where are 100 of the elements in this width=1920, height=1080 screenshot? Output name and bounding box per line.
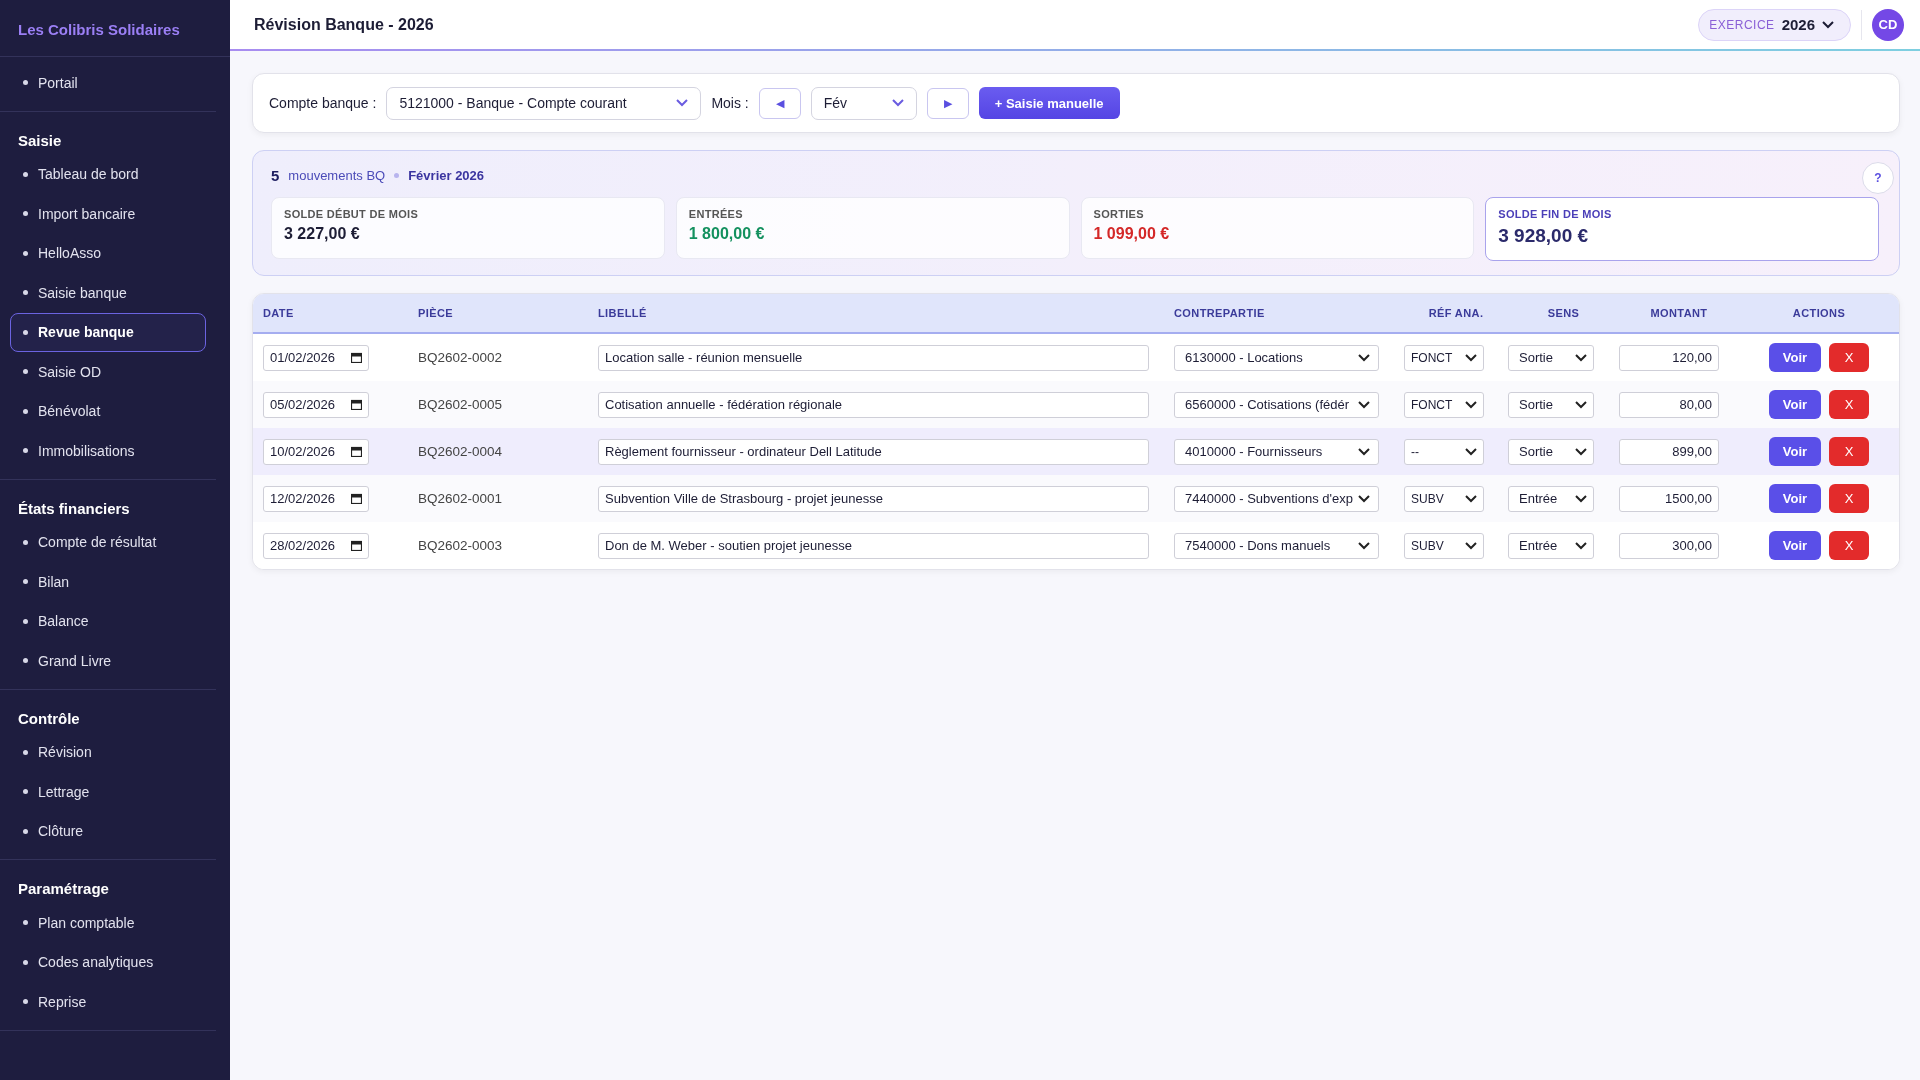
account-select[interactable]: 6130000 - Locations <box>1174 344 1379 371</box>
calendar-icon <box>351 540 362 551</box>
exercice-value: 2026 <box>1781 16 1815 33</box>
calendar-icon <box>351 446 362 457</box>
table-row[interactable]: 10/02/2026 BQ2602-0004 Règlement fournisseur - ordinateur Dell Latitude 4010000 - Fournisseurs -- Sortie 899,00 Voir X <box>253 428 1899 475</box>
nav-item[interactable]: Révision <box>10 732 206 772</box>
delete-button[interactable]: X <box>1829 484 1869 513</box>
view-button[interactable]: Voir <box>1769 390 1821 419</box>
amount-field[interactable]: 120,00 <box>1619 344 1719 371</box>
nav-item[interactable]: Plan comptable <box>10 903 206 943</box>
view-button[interactable]: Voir <box>1769 437 1821 466</box>
nav-item[interactable]: Saisie OD <box>10 352 206 392</box>
nav-item[interactable]: Codes analytiques <box>10 942 206 982</box>
nav-item[interactable]: Portail <box>10 63 206 103</box>
user-avatar[interactable]: CD <box>1872 8 1904 41</box>
analytic-select[interactable]: SUBV <box>1404 532 1484 559</box>
exercice-selector[interactable]: EXERCICE 2026 <box>1698 8 1851 41</box>
delete-button[interactable]: X <box>1829 437 1869 466</box>
next-month-button[interactable]: ▶ <box>926 87 969 119</box>
label-field[interactable]: Règlement fournisseur - ordinateur Dell Latitude <box>598 438 1149 465</box>
nav-item[interactable]: Grand Livre <box>10 641 206 681</box>
view-button[interactable]: Voir <box>1769 531 1821 560</box>
nav-item[interactable]: Revue banque <box>10 312 206 352</box>
table-row[interactable]: 01/02/2026 BQ2602-0002 Location salle - réunion mensuelle 6130000 - Locations FONCT Sortie 120,00 Voir X <box>253 334 1899 381</box>
nav-item[interactable]: Import bancaire <box>10 194 206 234</box>
analytic-select[interactable]: SUBV <box>1404 485 1484 512</box>
card-label: SOLDE DÉBUT DE MOIS <box>284 208 420 220</box>
direction-select[interactable]: Sortie <box>1508 344 1594 371</box>
date-field[interactable]: 28/02/2026 <box>263 532 369 559</box>
nav-item[interactable]: Immobilisations <box>10 431 206 471</box>
view-button[interactable]: Voir <box>1769 343 1821 372</box>
help-button[interactable]: ? <box>1862 162 1894 194</box>
section-title: Saisie <box>17 130 63 151</box>
calendar-icon <box>351 493 362 504</box>
month-select[interactable]: Fév <box>810 86 917 120</box>
label-field[interactable]: Subvention Ville de Strasbourg - projet jeunesse <box>598 485 1149 512</box>
chevron-down-icon <box>1358 353 1370 362</box>
delete-button[interactable]: X <box>1829 531 1869 560</box>
card-value: 1 800,00 € <box>688 225 766 243</box>
nav-item[interactable]: Clôture <box>10 811 206 851</box>
chevron-down-icon <box>1575 353 1587 362</box>
card-value: 3 227,00 € <box>284 225 361 243</box>
nav-item[interactable]: HelloAsso <box>10 233 206 273</box>
chevron-down-icon <box>1575 494 1587 503</box>
card-label: SORTIES <box>1093 208 1145 220</box>
section-title: Paramétrage <box>17 879 110 899</box>
previous-month-button[interactable]: ◀ <box>758 87 801 119</box>
calendar-icon <box>351 399 362 410</box>
table-row[interactable]: 28/02/2026 BQ2602-0003 Don de M. Weber - soutien projet jeunesse 7540000 - Dons manuels SUBV Entrée 300,00 Voir X <box>253 522 1899 569</box>
nav-item[interactable]: Saisie banque <box>10 273 206 313</box>
view-button[interactable]: Voir <box>1769 484 1821 513</box>
account-select[interactable]: 7440000 - Subventions d'exp <box>1174 485 1379 512</box>
nav-item[interactable]: Balance <box>10 601 206 641</box>
analytic-select[interactable]: FONCT <box>1404 344 1484 371</box>
date-field[interactable]: 01/02/2026 <box>263 344 369 371</box>
direction-select[interactable]: Sortie <box>1508 391 1594 418</box>
piece-number: BQ2602-0001 <box>418 491 504 506</box>
label-field[interactable]: Cotisation annuelle - fédération régionale <box>598 391 1149 418</box>
account-select[interactable]: 7540000 - Dons manuels <box>1174 532 1379 559</box>
nav-item[interactable]: Compte de résultat <box>10 522 206 562</box>
table-row[interactable]: 05/02/2026 BQ2602-0005 Cotisation annuelle - fédération régionale 6560000 - Cotisations (fédér FONCT Sortie 80,00 Voir X <box>253 381 1899 428</box>
nav-item[interactable]: Bénévolat <box>10 391 206 431</box>
manual-entry-button[interactable]: + Saisie manuelle <box>978 87 1120 119</box>
chevron-down-icon <box>1465 494 1477 503</box>
direction-select[interactable]: Entrée <box>1508 532 1594 559</box>
analytic-select[interactable]: FONCT <box>1404 391 1484 418</box>
field-label: Mois : <box>711 95 749 111</box>
amount-field[interactable]: 899,00 <box>1619 438 1719 465</box>
amount-field[interactable]: 1500,00 <box>1619 485 1719 512</box>
card-value: 3 928,00 € <box>1498 225 1590 247</box>
column-header: DATE <box>263 307 295 319</box>
chevron-down-icon <box>1358 494 1370 503</box>
chevron-down-icon <box>1358 400 1370 409</box>
account-select[interactable]: 6560000 - Cotisations (fédér <box>1174 391 1379 418</box>
label-field[interactable]: Location salle - réunion mensuelle <box>598 344 1149 371</box>
page-title: Révision Banque - 2026 <box>254 15 435 34</box>
column-header: LIBELLÉ <box>598 307 648 319</box>
label-field[interactable]: Don de M. Weber - soutien projet jeunesse <box>598 532 1149 559</box>
chevron-down-icon <box>1575 400 1587 409</box>
nav-item[interactable]: Bilan <box>10 562 206 602</box>
delete-button[interactable]: X <box>1829 390 1869 419</box>
direction-select[interactable]: Sortie <box>1508 438 1594 465</box>
piece-number: BQ2602-0002 <box>418 350 504 365</box>
date-field[interactable]: 12/02/2026 <box>263 485 369 512</box>
nav-item[interactable]: Reprise <box>10 982 206 1022</box>
date-field[interactable]: 05/02/2026 <box>263 391 369 418</box>
account-select[interactable]: 5121000 - Banque - Compte courant <box>386 86 702 120</box>
delete-button[interactable]: X <box>1829 343 1869 372</box>
movement-count: 5 <box>271 166 280 184</box>
nav-item[interactable]: Lettrage <box>10 772 206 812</box>
amount-field[interactable]: 80,00 <box>1619 391 1719 418</box>
chevron-down-icon <box>1575 447 1587 456</box>
table-row[interactable]: 12/02/2026 BQ2602-0001 Subvention Ville de Strasbourg - projet jeunesse 7440000 - Subventions d'exp SUBV Entrée 1500,00 Voir X <box>253 475 1899 522</box>
nav-item[interactable]: Tableau de bord <box>10 154 206 194</box>
account-select[interactable]: 4010000 - Fournisseurs <box>1174 438 1379 465</box>
direction-select[interactable]: Entrée <box>1508 485 1594 512</box>
date-field[interactable]: 10/02/2026 <box>263 438 369 465</box>
amount-field[interactable]: 300,00 <box>1619 532 1719 559</box>
analytic-select[interactable]: -- <box>1404 438 1484 465</box>
field-label: Compte banque : <box>269 95 377 111</box>
